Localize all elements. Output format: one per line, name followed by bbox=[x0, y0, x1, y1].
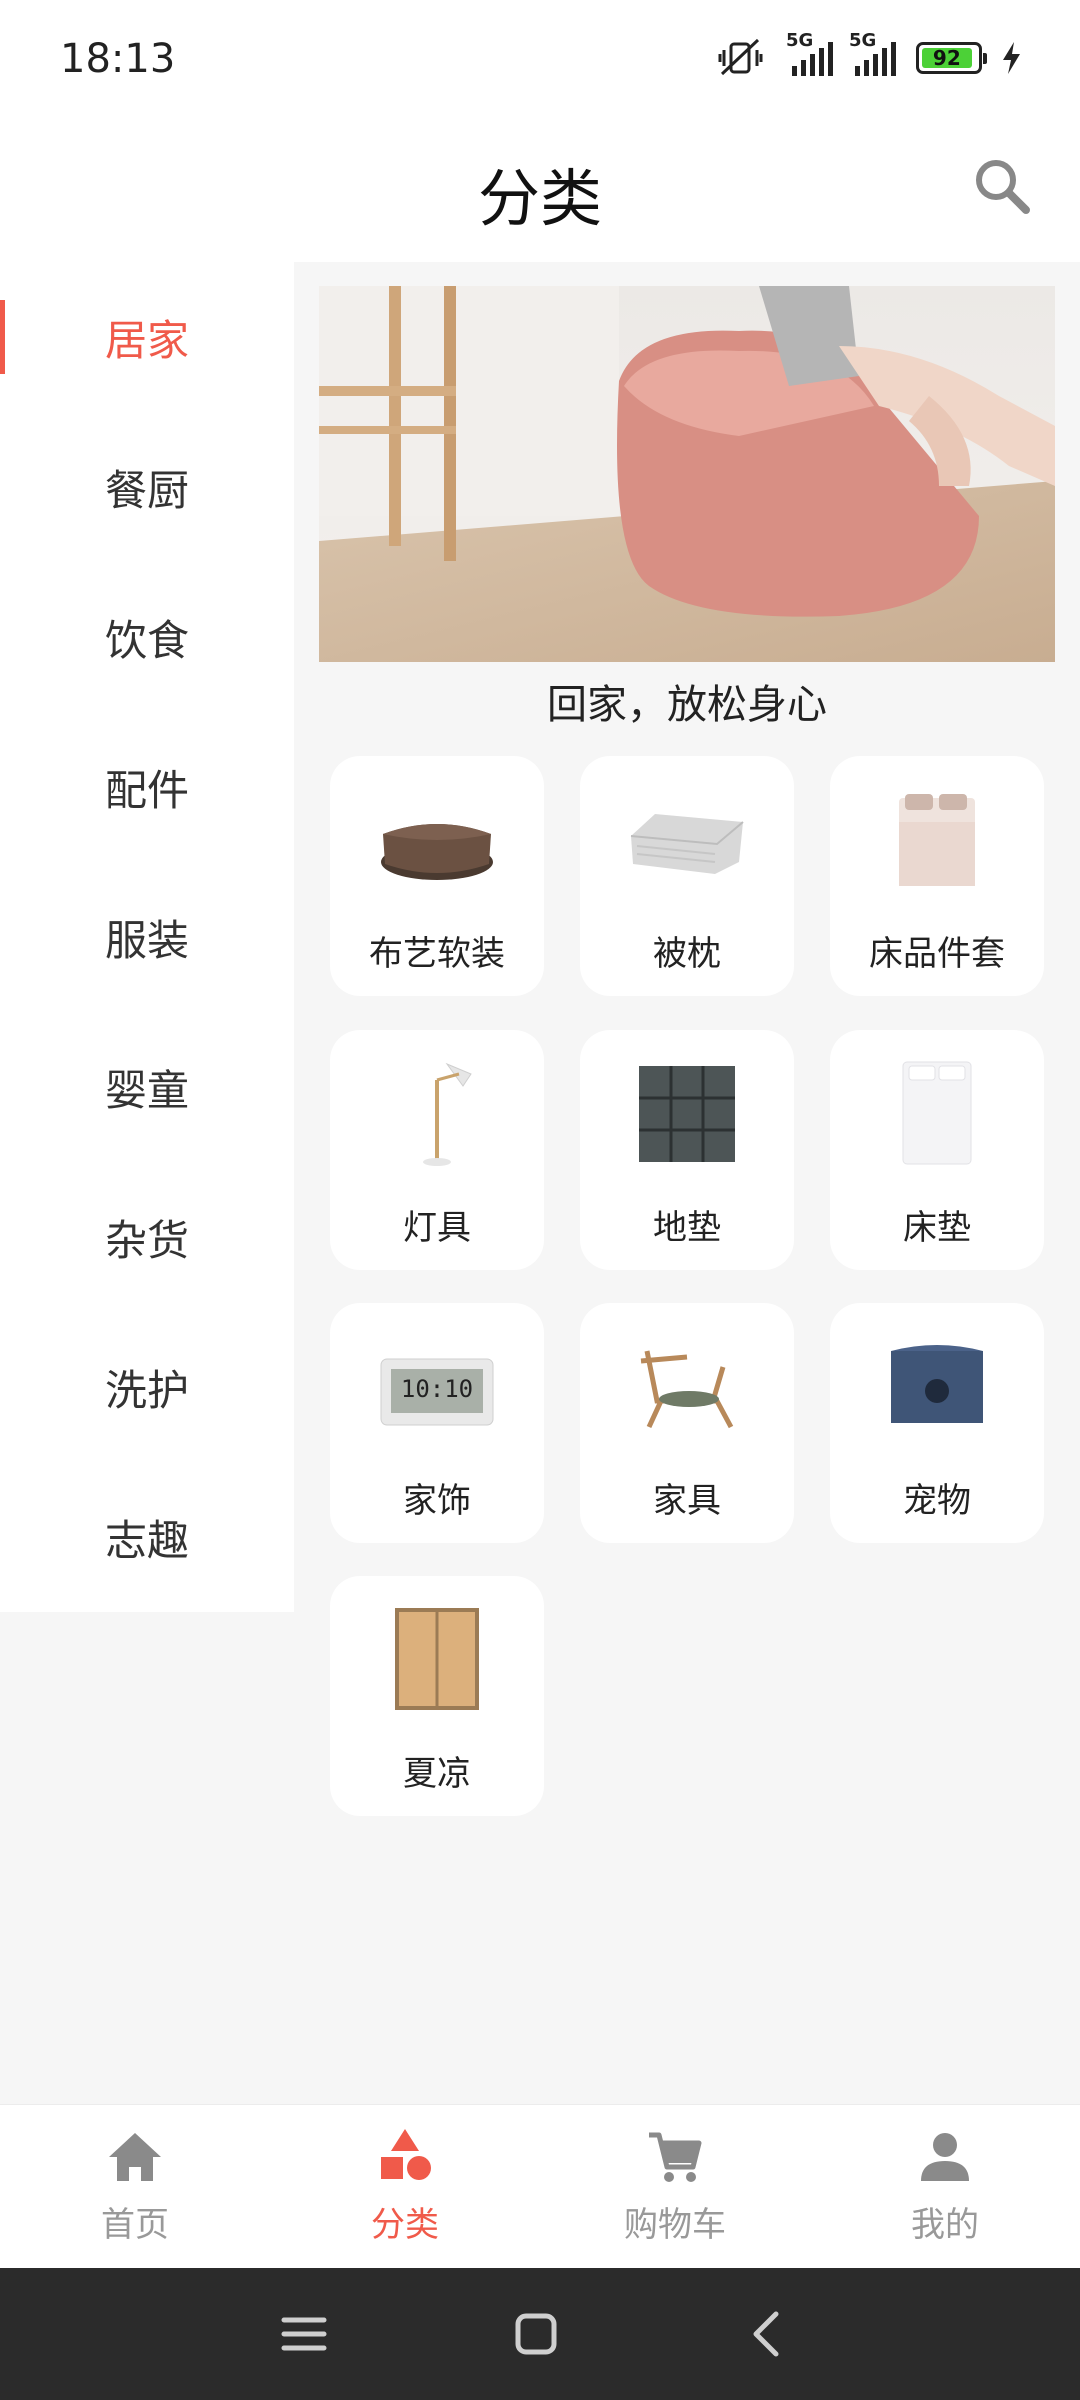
charging-icon bbox=[1003, 42, 1020, 74]
category-label: 灯具 bbox=[403, 1208, 471, 1248]
page-title: 分类 bbox=[477, 162, 602, 235]
lounge-chair-icon bbox=[640, 1350, 734, 1429]
mute-vibrate-icon bbox=[718, 38, 763, 76]
category-label: 地垫 bbox=[653, 1208, 721, 1248]
sidebar-item-accessories[interactable]: 配件 bbox=[0, 712, 294, 862]
network-label-1: 5G bbox=[786, 30, 814, 51]
nav-label: 我的 bbox=[911, 2205, 979, 2245]
floor-lamp-icon bbox=[423, 1062, 472, 1166]
category-label: 夏凉 bbox=[403, 1754, 471, 1794]
category-label: 床品件套 bbox=[869, 934, 1005, 974]
sidebar-item-home-living[interactable]: 居家 bbox=[0, 262, 294, 412]
nav-category[interactable]: 分类 bbox=[270, 2105, 540, 2269]
category-card-fabric[interactable]: 布艺软装 bbox=[330, 756, 544, 996]
category-card-mattress[interactable]: 床垫 bbox=[830, 1030, 1044, 1270]
sidebar-item-groceries[interactable]: 杂货 bbox=[0, 1162, 294, 1312]
sidebar-item-label: 居家 bbox=[104, 315, 189, 365]
sidebar-item-label: 洗护 bbox=[104, 1365, 189, 1415]
bedding-set-icon bbox=[899, 794, 975, 886]
sidebar-item-label: 婴童 bbox=[104, 1065, 189, 1115]
sidebar-item-clothing[interactable]: 服装 bbox=[0, 862, 294, 1012]
category-banner[interactable] bbox=[319, 286, 1055, 662]
sidebar-item-label: 饮食 bbox=[104, 615, 189, 665]
nav-cart[interactable]: 购物车 bbox=[540, 2105, 810, 2269]
home-button-icon[interactable] bbox=[508, 2306, 564, 2362]
quilt-icon bbox=[630, 814, 744, 874]
sidebar-item-hobbies[interactable]: 志趣 bbox=[0, 1462, 294, 1612]
battery-icon: 92 bbox=[916, 42, 987, 74]
svg-text:10:10: 10:10 bbox=[401, 1375, 473, 1403]
floor-mat-icon bbox=[639, 1066, 735, 1162]
battery-level: 92 bbox=[922, 46, 972, 70]
nav-label: 首页 bbox=[101, 2205, 169, 2245]
signal-icon: 5G bbox=[849, 30, 896, 76]
nav-home[interactable]: 首页 bbox=[0, 2105, 270, 2269]
category-sidebar: 居家 餐厨 饮食 配件 服装 婴童 杂货 洗护 志趣 bbox=[0, 262, 294, 1612]
digital-clock-icon: 10:10 bbox=[380, 1358, 494, 1426]
category-label: 床垫 bbox=[903, 1208, 971, 1248]
search-icon[interactable] bbox=[966, 150, 1038, 222]
bottom-nav: 首页 分类 购物车 我的 bbox=[0, 2104, 1080, 2268]
sidebar-item-label: 配件 bbox=[104, 765, 189, 815]
status-icons: 5G 5G 92 bbox=[718, 30, 1022, 80]
banner-image bbox=[319, 286, 1055, 662]
summer-mat-icon bbox=[395, 1608, 479, 1710]
banner-caption: 回家，放松身心 bbox=[547, 682, 827, 728]
sidebar-item-care[interactable]: 洗护 bbox=[0, 1312, 294, 1462]
sidebar-item-food[interactable]: 饮食 bbox=[0, 562, 294, 712]
nav-profile[interactable]: 我的 bbox=[810, 2105, 1080, 2269]
signal-icon: 5G bbox=[786, 30, 833, 76]
category-label: 宠物 bbox=[903, 1481, 971, 1521]
sidebar-item-kitchen[interactable]: 餐厨 bbox=[0, 412, 294, 562]
category-card-floor-mat[interactable]: 地垫 bbox=[580, 1030, 794, 1270]
sidebar-item-label: 餐厨 bbox=[104, 465, 189, 515]
category-card-lamps[interactable]: 灯具 bbox=[330, 1030, 544, 1270]
nav-label: 分类 bbox=[371, 2205, 439, 2245]
category-label: 家具 bbox=[653, 1481, 721, 1521]
profile-icon bbox=[921, 2133, 969, 2181]
back-icon[interactable] bbox=[740, 2306, 796, 2362]
menu-icon[interactable] bbox=[276, 2306, 332, 2362]
mattress-icon bbox=[902, 1061, 972, 1165]
category-label: 布艺软装 bbox=[369, 934, 505, 974]
category-card-bedding-set[interactable]: 床品件套 bbox=[830, 756, 1044, 996]
category-label: 被枕 bbox=[653, 934, 721, 974]
category-icon bbox=[381, 2129, 431, 2180]
pet-house-icon bbox=[891, 1345, 983, 1423]
sidebar-item-label: 服装 bbox=[104, 915, 189, 965]
status-time: 18:13 bbox=[60, 36, 176, 82]
category-card-decor[interactable]: 10:10 家饰 bbox=[330, 1303, 544, 1543]
nav-label: 购物车 bbox=[624, 2205, 726, 2245]
category-card-quilt[interactable]: 被枕 bbox=[580, 756, 794, 996]
category-card-pets[interactable]: 宠物 bbox=[830, 1303, 1044, 1543]
home-icon bbox=[109, 2133, 161, 2181]
sidebar-item-label: 杂货 bbox=[104, 1215, 189, 1265]
beanbag-icon bbox=[381, 824, 493, 880]
system-nav-bar bbox=[0, 2268, 1080, 2400]
network-label-2: 5G bbox=[849, 30, 877, 51]
category-label: 家饰 bbox=[403, 1481, 471, 1521]
cart-icon bbox=[649, 2132, 702, 2182]
status-bar: 18:13 5G 5G 92 bbox=[0, 0, 1080, 120]
header: 分类 bbox=[0, 120, 1080, 262]
sidebar-item-label: 志趣 bbox=[104, 1515, 189, 1565]
active-indicator bbox=[0, 300, 5, 374]
sidebar-item-baby[interactable]: 婴童 bbox=[0, 1012, 294, 1162]
category-card-furniture[interactable]: 家具 bbox=[580, 1303, 794, 1543]
category-card-summer[interactable]: 夏凉 bbox=[330, 1576, 544, 1816]
